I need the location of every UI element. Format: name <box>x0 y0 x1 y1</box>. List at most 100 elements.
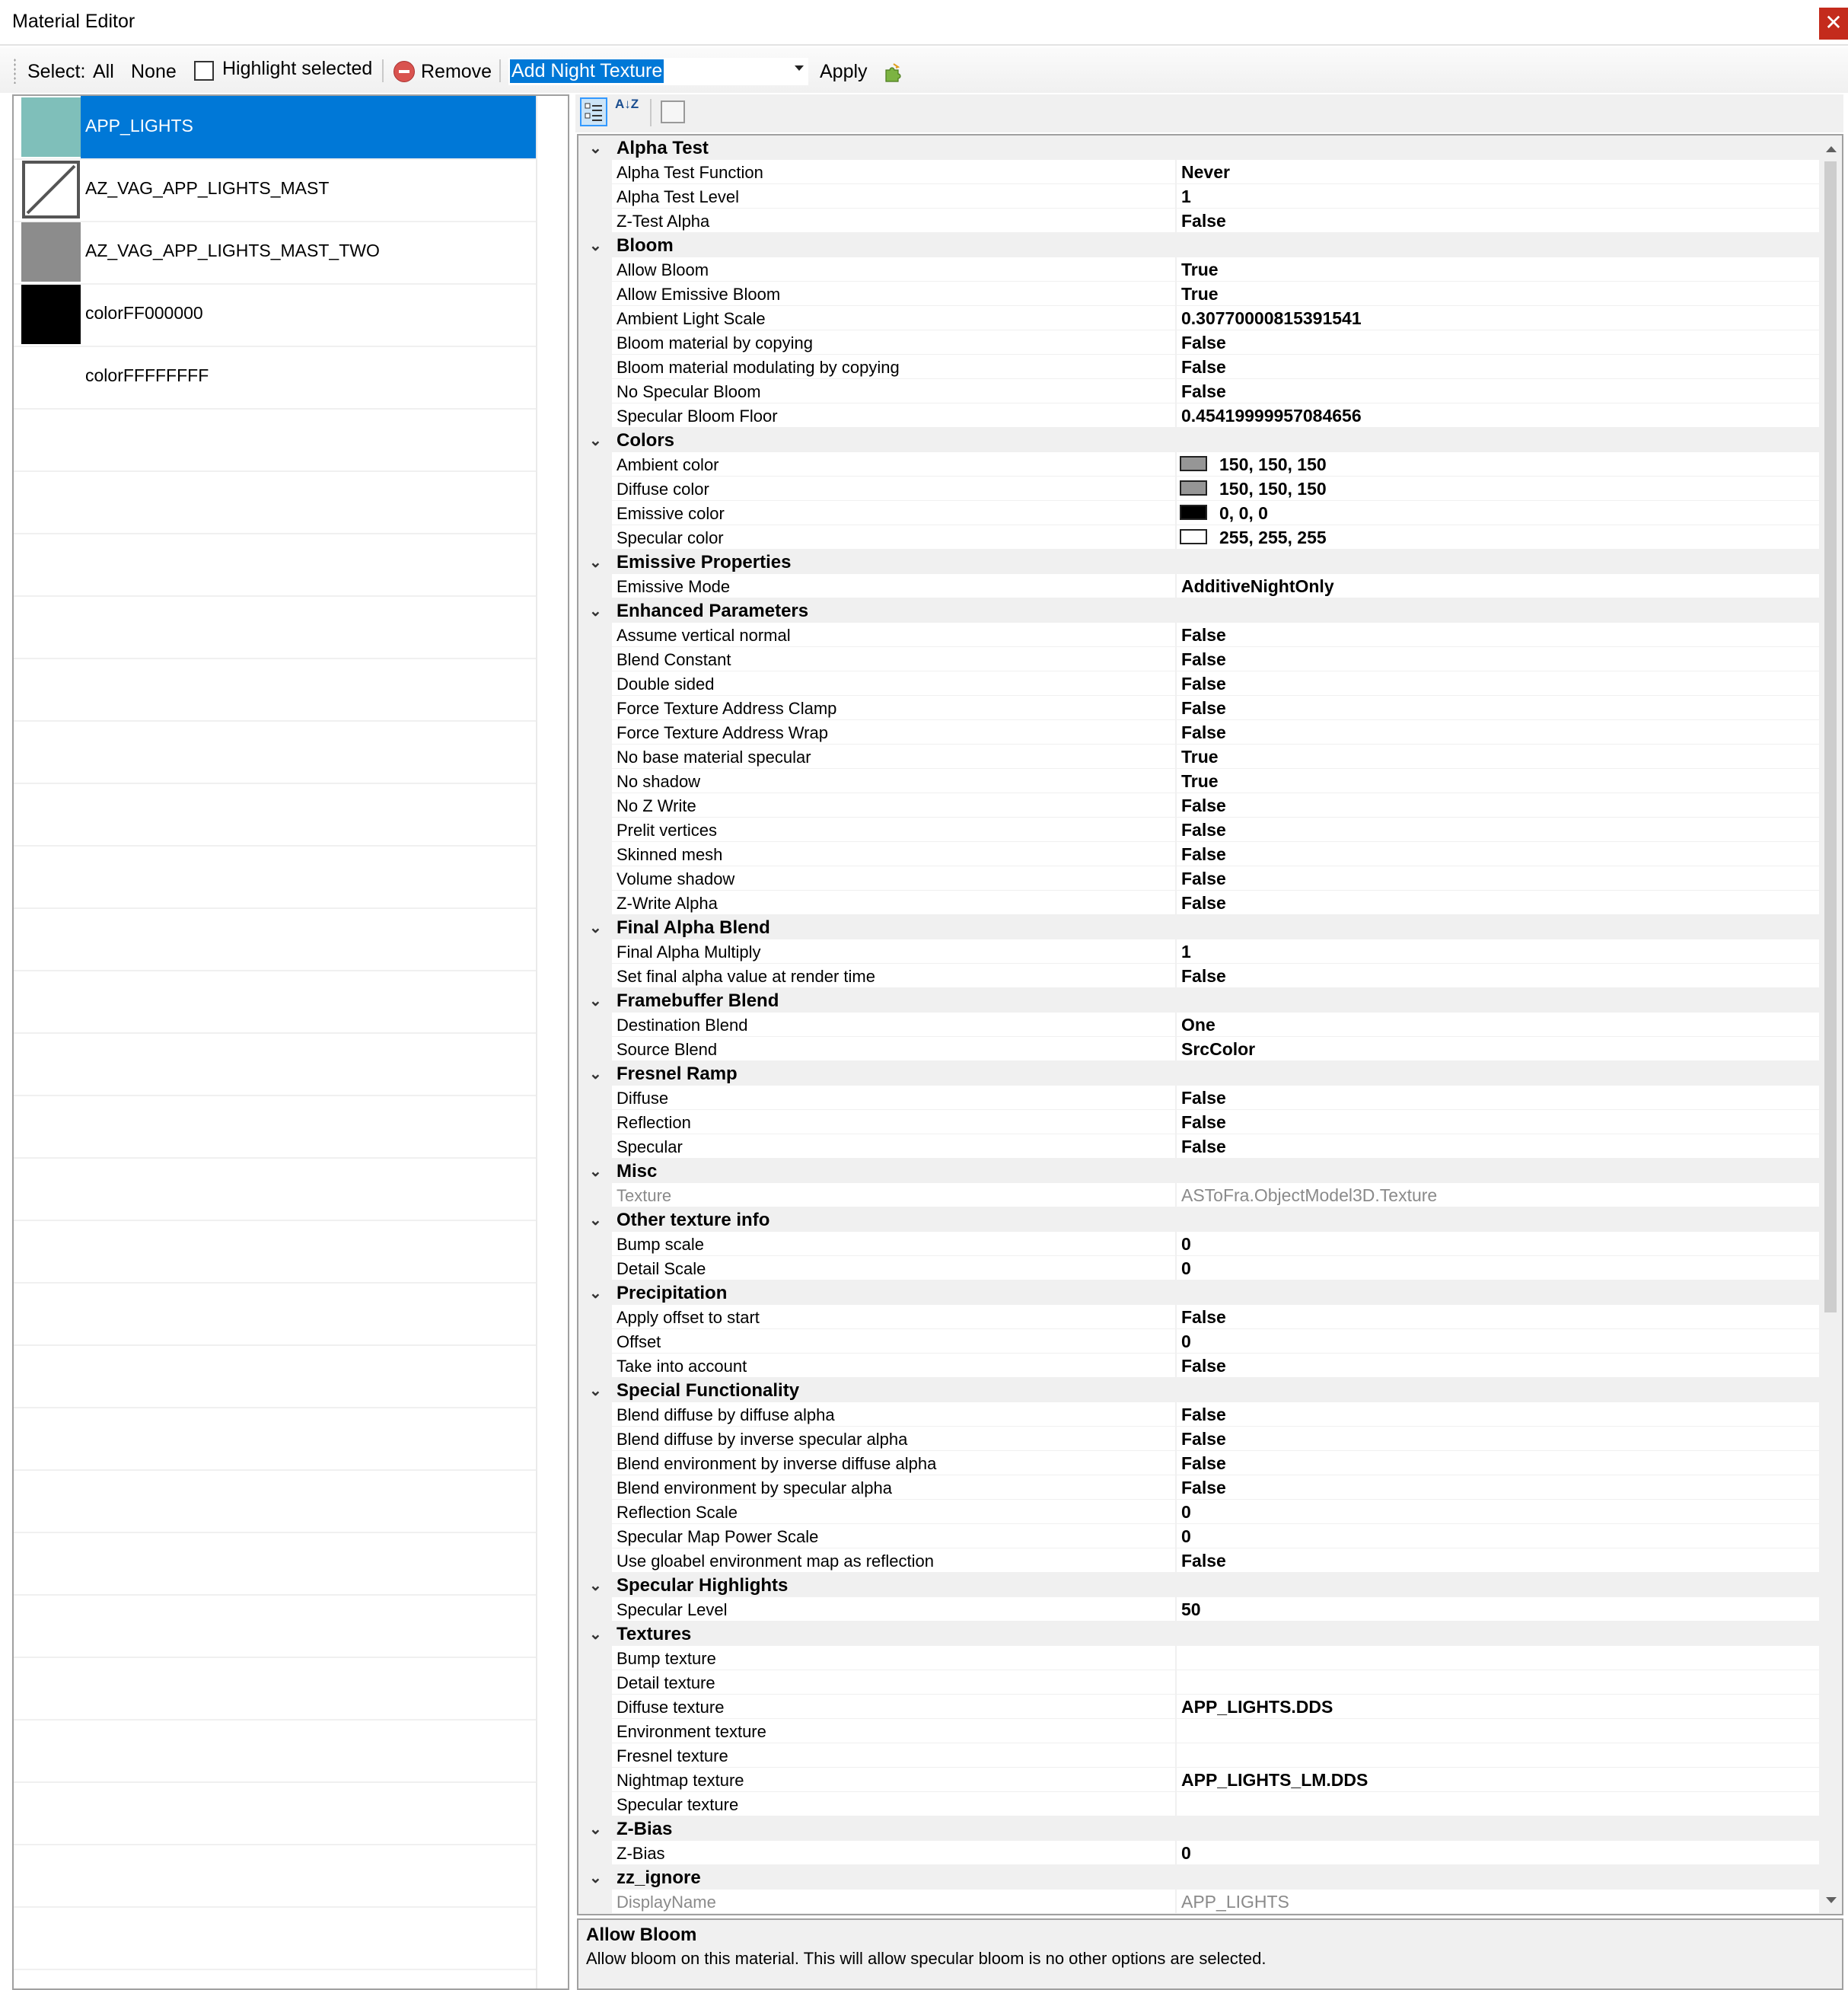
category-row[interactable]: ⌄ Alpha Test <box>578 136 1821 160</box>
property-row[interactable]: Nightmap texture APP_LIGHTS_LM.DDS <box>578 1768 1821 1792</box>
property-value[interactable]: False <box>1181 625 1226 646</box>
column-divider[interactable] <box>1175 1037 1177 1061</box>
column-divider[interactable] <box>1175 1232 1177 1256</box>
property-row[interactable]: Specular texture <box>578 1792 1821 1816</box>
column-divider[interactable] <box>1175 1427 1177 1451</box>
column-divider[interactable] <box>1175 1354 1177 1378</box>
property-value[interactable]: 0 <box>1181 1234 1191 1255</box>
property-grid[interactable]: ⌄ Alpha Test Alpha Test Function Never Alpha… <box>577 134 1843 1915</box>
property-value[interactable]: False <box>1181 869 1226 889</box>
property-row[interactable]: Diffuse color 150, 150, 150 <box>578 477 1821 501</box>
select-all-button[interactable]: All <box>93 61 114 83</box>
column-divider[interactable] <box>1175 1890 1177 1914</box>
property-value[interactable]: False <box>1181 966 1226 987</box>
property-row[interactable]: Reflection Scale 0 <box>578 1500 1821 1524</box>
category-row[interactable]: ⌄ Bloom <box>578 233 1821 257</box>
property-value[interactable]: AdditiveNightOnly <box>1181 576 1334 597</box>
column-divider[interactable] <box>1175 501 1177 525</box>
column-divider[interactable] <box>1175 1841 1177 1865</box>
column-divider[interactable] <box>1175 282 1177 306</box>
property-value[interactable]: False <box>1181 1551 1226 1571</box>
column-divider[interactable] <box>1175 647 1177 671</box>
column-divider[interactable] <box>1175 1110 1177 1134</box>
column-divider[interactable] <box>1175 891 1177 915</box>
property-value[interactable]: 0 <box>1181 1526 1191 1547</box>
chevron-down-icon[interactable]: ⌄ <box>589 236 602 255</box>
property-row[interactable]: Detail texture <box>578 1670 1821 1695</box>
property-value[interactable]: False <box>1181 1112 1226 1133</box>
column-divider[interactable] <box>1175 355 1177 379</box>
vertical-scrollbar[interactable] <box>1819 136 1842 1914</box>
property-row[interactable]: Diffuse False <box>578 1086 1821 1110</box>
column-divider[interactable] <box>1175 525 1177 550</box>
column-divider[interactable] <box>1175 452 1177 477</box>
property-row[interactable]: Take into account False <box>578 1354 1821 1378</box>
apply-button[interactable]: Apply <box>820 61 868 83</box>
property-value[interactable]: False <box>1181 1307 1226 1328</box>
chevron-down-icon[interactable]: ⌄ <box>589 1868 602 1887</box>
property-row[interactable]: Force Texture Address Wrap False <box>578 720 1821 745</box>
category-row[interactable]: ⌄ Colors <box>578 428 1821 452</box>
column-divider[interactable] <box>1175 745 1177 769</box>
column-divider[interactable] <box>1175 379 1177 403</box>
column-divider[interactable] <box>1175 1548 1177 1573</box>
category-row[interactable]: ⌄ Other texture info <box>578 1207 1821 1232</box>
column-divider[interactable] <box>1175 793 1177 818</box>
property-value[interactable]: APP_LIGHTS_LM.DDS <box>1181 1770 1368 1791</box>
chevron-down-icon[interactable]: ⌄ <box>589 553 602 572</box>
property-value[interactable]: False <box>1181 357 1226 378</box>
property-value[interactable]: 1 <box>1181 187 1191 207</box>
property-value[interactable]: False <box>1181 1478 1226 1498</box>
column-divider[interactable] <box>1175 1646 1177 1670</box>
column-divider[interactable] <box>1175 1256 1177 1280</box>
column-divider[interactable] <box>1175 403 1177 428</box>
property-row[interactable]: No base material specular True <box>578 745 1821 769</box>
scroll-up-icon[interactable] <box>1826 146 1837 152</box>
column-divider[interactable] <box>1175 1451 1177 1475</box>
select-none-button[interactable]: None <box>131 61 177 83</box>
property-row[interactable]: Bloom material modulating by copying Fals… <box>578 355 1821 379</box>
property-value[interactable]: One <box>1181 1015 1216 1035</box>
property-value[interactable]: 0 <box>1181 1331 1191 1352</box>
alphabetical-sort-button[interactable]: A↓Z <box>615 97 642 126</box>
material-list-item[interactable]: colorFF000000 <box>14 283 536 347</box>
column-divider[interactable] <box>1175 1329 1177 1354</box>
property-value[interactable]: False <box>1181 1088 1226 1108</box>
property-row[interactable]: Bloom material by copying False <box>578 330 1821 355</box>
property-pages-button[interactable] <box>661 100 685 123</box>
property-value[interactable]: True <box>1181 260 1219 280</box>
close-button[interactable]: ✕ <box>1819 8 1848 40</box>
property-row[interactable]: Alpha Test Function Never <box>578 160 1821 184</box>
chevron-down-icon[interactable] <box>795 65 804 71</box>
property-row[interactable]: Use gloabel environment map as reflectio… <box>578 1548 1821 1573</box>
property-row[interactable]: Double sided False <box>578 671 1821 696</box>
material-list-item[interactable]: APP_LIGHTS <box>14 96 536 160</box>
column-divider[interactable] <box>1175 866 1177 891</box>
property-value[interactable]: False <box>1181 796 1226 816</box>
property-row[interactable]: Environment texture <box>578 1719 1821 1743</box>
property-row[interactable]: Assume vertical normal False <box>578 623 1821 647</box>
property-value[interactable]: 150, 150, 150 <box>1219 479 1327 499</box>
property-value[interactable]: 0.30770000815391541 <box>1181 308 1362 329</box>
property-value[interactable]: False <box>1181 1453 1226 1474</box>
chevron-down-icon[interactable]: ⌄ <box>589 1381 602 1400</box>
column-divider[interactable] <box>1175 939 1177 964</box>
chevron-down-icon[interactable]: ⌄ <box>589 1576 602 1595</box>
column-divider[interactable] <box>1175 1013 1177 1037</box>
property-value[interactable]: True <box>1181 747 1219 767</box>
property-row[interactable]: Offset 0 <box>578 1329 1821 1354</box>
property-value[interactable]: True <box>1181 771 1219 792</box>
column-divider[interactable] <box>1175 574 1177 598</box>
column-divider[interactable] <box>1175 769 1177 793</box>
column-divider[interactable] <box>1175 209 1177 233</box>
property-value[interactable]: False <box>1181 1429 1226 1449</box>
property-row[interactable]: Alpha Test Level 1 <box>578 184 1821 209</box>
scroll-down-icon[interactable] <box>1826 1897 1837 1903</box>
property-value[interactable]: False <box>1181 1137 1226 1157</box>
chevron-down-icon[interactable]: ⌄ <box>589 918 602 937</box>
property-row[interactable]: Ambient color 150, 150, 150 <box>578 452 1821 477</box>
material-list-item[interactable]: AZ_VAG_APP_LIGHTS_MAST <box>14 158 536 222</box>
property-value[interactable]: False <box>1181 893 1226 914</box>
property-value[interactable]: False <box>1181 844 1226 865</box>
chevron-down-icon[interactable]: ⌄ <box>589 1064 602 1083</box>
